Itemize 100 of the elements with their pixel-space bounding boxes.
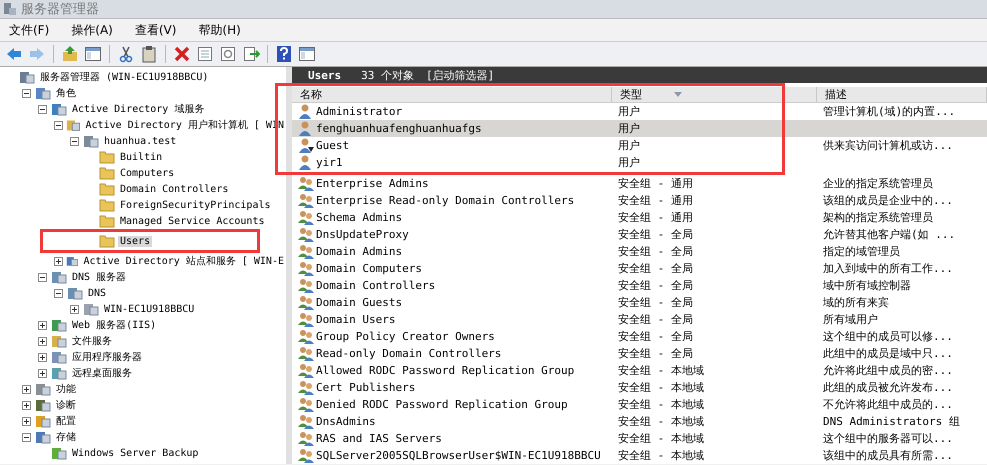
menu-item[interactable]: 查看(V): [134, 22, 176, 38]
delete-icon[interactable]: [173, 45, 191, 63]
pane-icon[interactable]: [298, 45, 316, 63]
list-row[interactable]: Schema Admins 安全组 - 通用 架构的指定系统管理员: [292, 209, 987, 226]
name-cell: Guest: [316, 139, 350, 152]
list-row[interactable]: Domain Computers 安全组 - 全局 加入到域中的所有工作...: [292, 260, 987, 277]
tree-item[interactable]: Computers: [118, 168, 176, 178]
collapse-toggle[interactable]: [22, 432, 32, 442]
list-row[interactable]: yir1 用户: [292, 154, 987, 171]
tree-item[interactable]: Domain Controllers: [118, 184, 230, 194]
menu-item[interactable]: 操作(A): [71, 22, 113, 38]
tree-item[interactable]: 存储: [54, 430, 78, 444]
menu-item[interactable]: 帮助(H): [198, 22, 241, 38]
list-row[interactable]: Domain Controllers 安全组 - 全局 域中所有域控制器: [292, 277, 987, 294]
tree-item[interactable]: Builtin: [118, 152, 164, 162]
list-row[interactable]: Administrator 用户 管理计算机(域)的内置...: [292, 103, 987, 120]
description-cell-text: 指定的域管理员: [822, 244, 901, 259]
name-cell: Domain Computers: [316, 262, 422, 275]
description-cell-text: 所有域用户: [822, 312, 879, 327]
list-row[interactable]: Cert Publishers 安全组 - 本地域 此组的成员被允许发布...: [292, 379, 987, 396]
column-header[interactable]: 描述: [817, 87, 987, 102]
export-icon[interactable]: [242, 45, 260, 63]
column-header[interactable]: 名称: [292, 87, 612, 102]
expand-toggle[interactable]: [38, 320, 48, 330]
tree-item[interactable]: ForeignSecurityPrincipals: [118, 200, 273, 210]
list-row[interactable]: SQLServer2005SQLBrowserUser$WIN-EC1U918BBCU 安全组 - 本地域 该组中的成员具有所需...: [292, 447, 987, 464]
back-arrow-icon[interactable]: [5, 45, 23, 63]
tree-item[interactable]: Windows Server Backup: [70, 448, 200, 458]
collapse-toggle[interactable]: [70, 136, 80, 146]
description-cell-text: 这个组中的服务器可以...: [822, 431, 954, 446]
pane-icon[interactable]: [84, 45, 102, 63]
column-header[interactable]: 类型: [612, 87, 817, 102]
list-row[interactable]: Domain Admins 安全组 - 全局 指定的域管理员: [292, 243, 987, 260]
expand-toggle[interactable]: [38, 352, 48, 362]
tree-item[interactable]: Active Directory 域服务: [70, 102, 206, 116]
tree-item[interactable]: DNS 服务器: [70, 270, 128, 284]
tree-item[interactable]: 诊断: [54, 398, 78, 412]
list-row[interactable]: Group Policy Creator Owners 安全组 - 全局 这个组中的成员可以修...: [292, 328, 987, 345]
collapse-toggle[interactable]: [22, 88, 32, 98]
expand-toggle[interactable]: [22, 416, 32, 426]
expand-toggle[interactable]: [38, 368, 48, 378]
tree-item[interactable]: huanhua.test: [102, 136, 178, 146]
list-row[interactable]: Read-only Domain Controllers 安全组 - 全局 此组中的成员是域中只...: [292, 345, 987, 362]
tree-item[interactable]: 远程桌面服务: [70, 366, 134, 380]
tree-item[interactable]: Managed Service Accounts: [118, 216, 266, 226]
tree-item[interactable]: 配置: [54, 414, 78, 428]
description-cell-text: 允许将此组中成员的密...: [822, 363, 954, 378]
list-row[interactable]: RAS and IAS Servers 安全组 - 本地域 这个组中的服务器可以...: [292, 430, 987, 447]
expand-toggle[interactable]: [54, 256, 63, 266]
folder-up-icon[interactable]: [61, 45, 79, 63]
description-cell-text: 允许替其他客户端(如 ...: [822, 227, 956, 242]
collapse-toggle[interactable]: [54, 288, 64, 298]
type-cell-text: 安全组 - 全局: [617, 295, 694, 310]
clipboard-icon[interactable]: [140, 45, 158, 63]
expand-toggle[interactable]: [22, 400, 32, 410]
expand-toggle[interactable]: [38, 336, 48, 346]
tree-item[interactable]: 功能: [54, 382, 78, 396]
name-cell: Domain Users: [316, 313, 396, 326]
type-cell-text: 安全组 - 全局: [617, 346, 694, 361]
list-row[interactable]: Enterprise Admins 安全组 - 通用 企业的指定系统管理员: [292, 175, 987, 192]
type-cell-text: 用户: [617, 138, 641, 153]
scissors-icon[interactable]: [117, 45, 135, 63]
collapse-toggle[interactable]: [38, 104, 48, 114]
collapse-toggle[interactable]: [54, 120, 64, 130]
tree-item[interactable]: Users: [118, 236, 152, 246]
menu-item[interactable]: 文件(F): [9, 22, 50, 38]
list-row[interactable]: Guest 用户 供来宾访问计算机或访...: [292, 137, 987, 154]
name-cell: fenghuanhuafenghuanhuafgs: [316, 122, 482, 135]
list-row[interactable]: Allowed RODC Password Replication Group 安全组 - 本地域 允许将此组中成员的密...: [292, 362, 987, 379]
list-row[interactable]: Domain Guests 安全组 - 全局 域的所有来宾: [292, 294, 987, 311]
list-row[interactable]: Enterprise Read-only Domain Controllers 安全组 - 通用 该组的成员是企业中的...: [292, 192, 987, 209]
type-cell-text: 安全组 - 本地域: [617, 363, 705, 378]
folder-icon: [99, 214, 115, 228]
tree-item[interactable]: WIN-EC1U918BBCU: [102, 304, 196, 314]
tree-item[interactable]: 文件服务: [70, 334, 114, 348]
expand-toggle[interactable]: [22, 384, 32, 394]
name-cell: Administrator: [316, 105, 402, 118]
list-row[interactable]: Domain Users 安全组 - 全局 所有域用户: [292, 311, 987, 328]
folder-icon: [99, 150, 115, 164]
tree-item[interactable]: DNS: [86, 288, 108, 298]
tree-item[interactable]: 角色: [54, 86, 78, 100]
help-icon[interactable]: [275, 45, 293, 63]
tree-item[interactable]: 应用程序服务器: [70, 350, 144, 364]
folder-icon: [99, 182, 115, 196]
server-icon: [3, 2, 17, 16]
list-row[interactable]: fenghuanhuafenghuanhuafgs 用户: [292, 120, 987, 137]
name-cell: Cert Publishers: [316, 381, 416, 394]
filter-link[interactable]: [启动筛选器]: [426, 68, 494, 82]
description-cell-text: DNS Administrators 组: [822, 414, 961, 429]
expand-toggle[interactable]: [70, 304, 80, 314]
collapse-toggle[interactable]: [38, 272, 48, 282]
tree-item[interactable]: Web 服务器(IIS): [70, 318, 158, 332]
tree-item[interactable]: Active Directory 站点和服务 [ WIN-E: [81, 254, 286, 268]
name-cell: Enterprise Admins: [316, 177, 429, 190]
type-cell-text: 安全组 - 全局: [617, 227, 694, 242]
list-row[interactable]: Denied RODC Password Replication Group 安全组 - 本地域 不允许将此组中成员的...: [292, 396, 987, 413]
properties-icon[interactable]: [196, 45, 214, 63]
list-row[interactable]: DnsUpdateProxy 安全组 - 全局 允许替其他客户端(如 ...: [292, 226, 987, 243]
list-row[interactable]: DnsAdmins 安全组 - 本地域 DNS Administrators 组: [292, 413, 987, 430]
tree-item[interactable]: 服务器管理器 (WIN-EC1U918BBCU): [38, 70, 210, 84]
